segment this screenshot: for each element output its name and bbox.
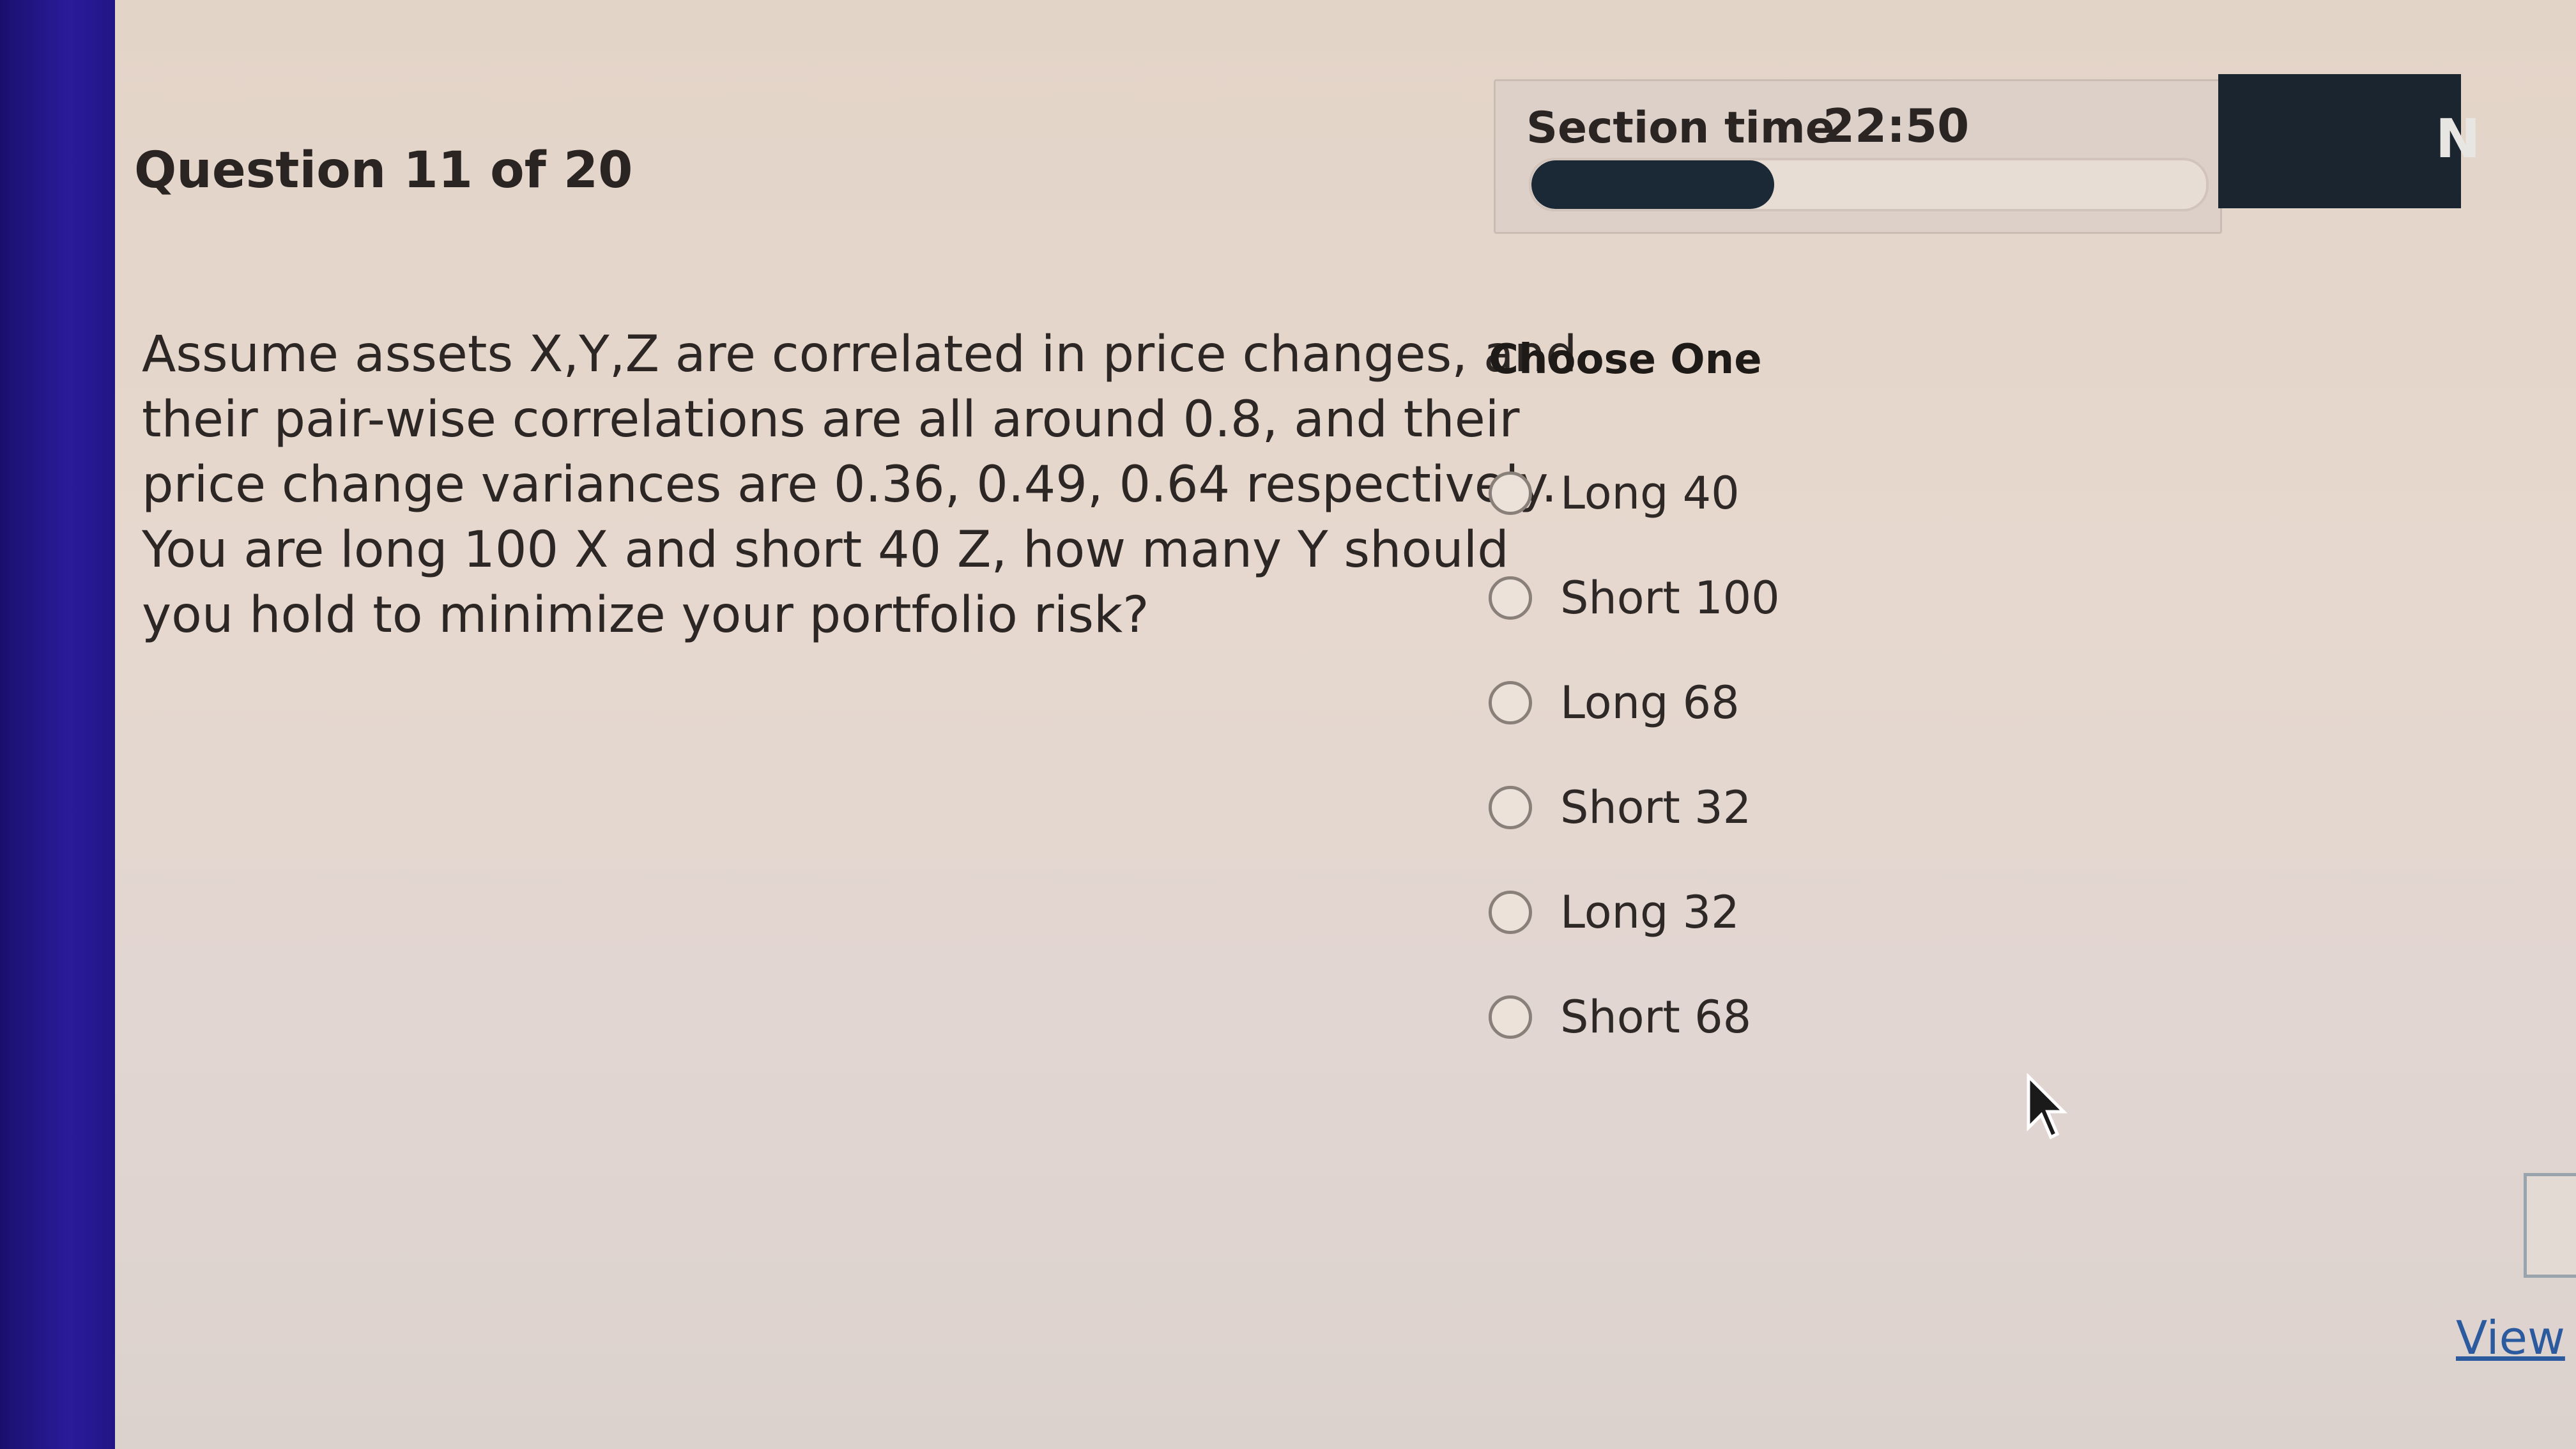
answer-options: Long 40 Short 100 Long 68 Short 32 Long … (1489, 441, 1780, 1070)
answer-option[interactable]: Long 40 (1489, 441, 1780, 546)
answer-option[interactable]: Short 68 (1489, 965, 1780, 1070)
question-counter: Question 11 of 20 (134, 142, 633, 199)
answer-option[interactable]: Short 32 (1489, 755, 1780, 860)
answer-option-label: Long 32 (1560, 886, 1740, 939)
answer-option[interactable]: Short 100 (1489, 546, 1780, 650)
choose-one-label: Choose One (1489, 336, 1762, 383)
section-time-value: 22:50 (1823, 99, 1970, 153)
radio-button[interactable] (1489, 681, 1532, 724)
next-button-label: N (2435, 107, 2481, 170)
time-progress-bar (1529, 158, 2209, 211)
radio-button[interactable] (1489, 891, 1532, 934)
arrow-cursor-icon (2027, 1073, 2068, 1140)
answer-option[interactable]: Long 32 (1489, 860, 1780, 965)
section-timer: Section time 22:50 (1494, 79, 2222, 234)
radio-button[interactable] (1489, 786, 1532, 829)
answer-option-label: Short 68 (1560, 991, 1752, 1043)
section-time-label: Section time (1526, 103, 1835, 153)
time-progress-fill (1531, 160, 1775, 209)
radio-button[interactable] (1489, 576, 1532, 620)
side-panel-button[interactable] (2524, 1173, 2576, 1278)
radio-button[interactable] (1489, 471, 1532, 515)
answer-option-label: Long 68 (1560, 677, 1740, 729)
radio-button[interactable] (1489, 995, 1532, 1039)
answer-option[interactable]: Long 68 (1489, 650, 1780, 755)
answer-option-label: Short 100 (1560, 572, 1780, 624)
answer-option-label: Long 40 (1560, 467, 1740, 519)
question-text: Assume assets X,Y,Z are correlated in pr… (142, 326, 1577, 644)
next-button[interactable] (2218, 74, 2461, 208)
answer-option-label: Short 32 (1560, 781, 1752, 834)
view-link[interactable]: View (2456, 1311, 2565, 1365)
